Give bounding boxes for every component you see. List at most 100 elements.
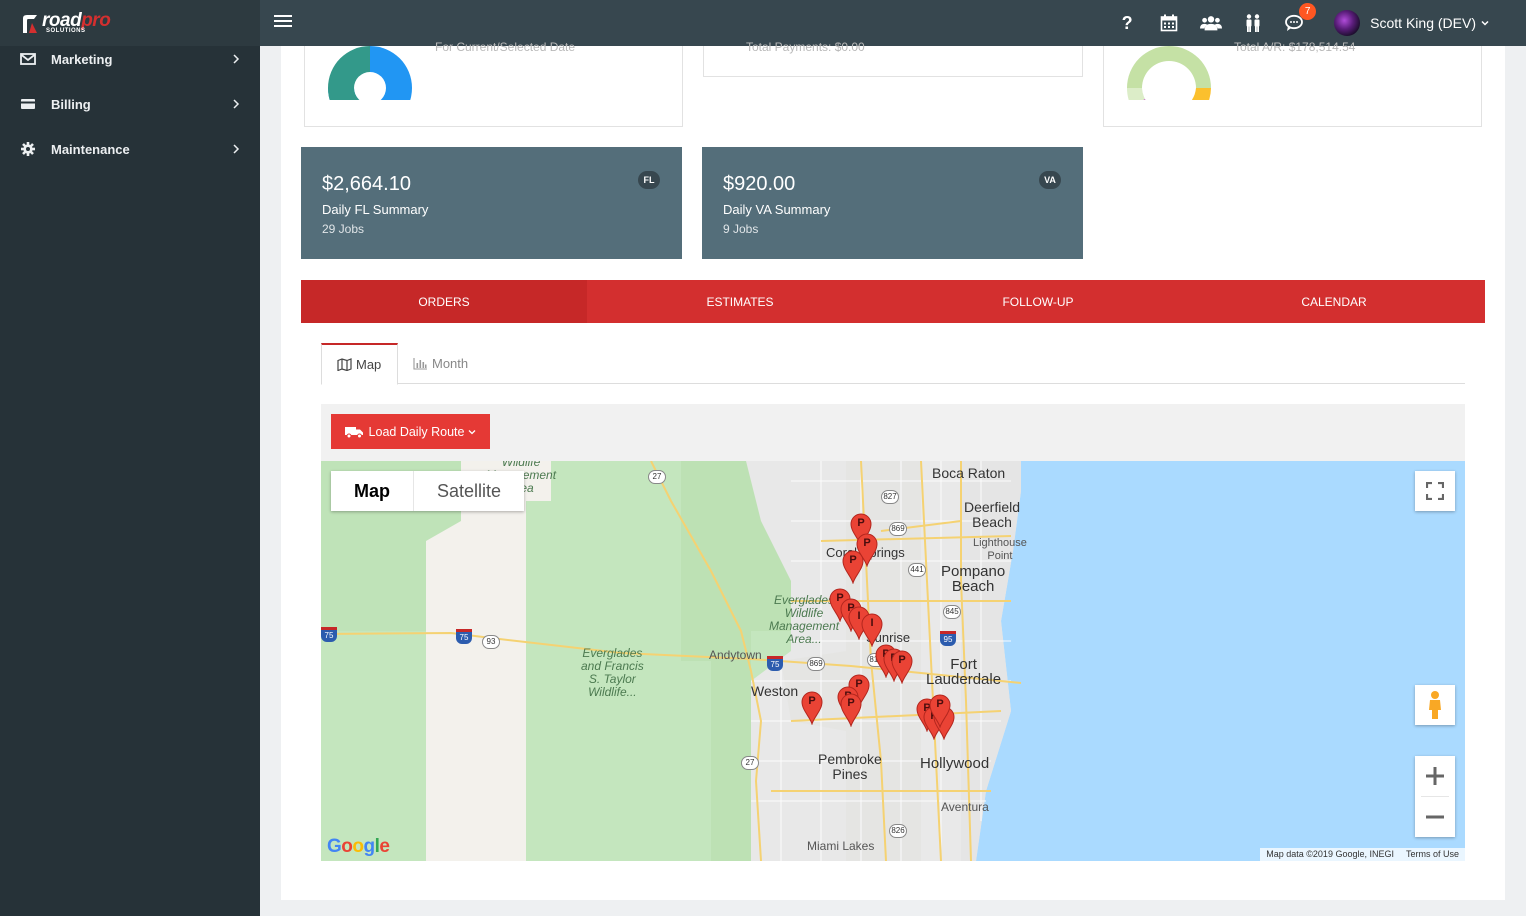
tab-calendar[interactable]: CALENDAR [1183,280,1485,323]
map-city-label: Pembroke Pines [818,751,882,782]
map-city-label: Hollywood [920,755,990,772]
daily-jobs-card: For Current/Selected Date [304,40,683,127]
pin-label: P [808,695,816,707]
ar-donut-chart [1126,46,1211,100]
fullscreen-button[interactable] [1415,471,1455,511]
map-pin-marker[interactable]: P [891,650,913,685]
chevron-down-icon [1481,20,1489,26]
tab-month[interactable]: Month [413,343,468,384]
va-summary-card[interactable]: $920.00 Daily VA Summary 9 Jobs VA [702,147,1083,259]
map-pin-marker[interactable]: P [840,693,862,728]
map-type-map-button[interactable]: Map [331,471,414,511]
map-pin-marker[interactable]: P [929,694,951,729]
pin-label: P [847,697,855,709]
chat-icon[interactable]: 7 [1284,3,1317,34]
load-daily-route-button[interactable]: Load Daily Route [331,414,490,449]
map-attribution: Map data ©2019 Google, INEGI Terms of Us… [1260,848,1465,861]
road-shield: 93 [482,635,500,649]
map-data-credit: Map data ©2019 Google, INEGI [1266,849,1394,859]
map-pin-marker[interactable]: P [842,550,864,585]
jobs-donut-chart [328,46,412,100]
summary-amount: $2,664.10 [322,173,411,195]
user-menu[interactable]: Scott King (DEV) [1334,10,1490,36]
tab-follow-up[interactable]: FOLLOW-UP [893,280,1183,323]
map-type-control: Map Satellite [331,471,525,511]
zoom-control [1415,756,1455,837]
summary-amount: $920.00 [723,173,796,195]
tab-label: Map [356,357,382,372]
map-city-label: Aventura [941,800,989,814]
sidebar-item-label: Marketing [51,51,113,67]
route-toolbar: Load Daily Route [321,404,1465,461]
interstate-shield: 75 [456,629,472,644]
sidebar-item-marketing[interactable]: Marketing [0,41,260,77]
orders-map[interactable]: Wildlife Management Area Everglades Wild… [321,461,1465,861]
tab-map[interactable]: Map [321,343,398,385]
brand-logo[interactable]: roadpro SOLUTIONS [0,0,260,46]
state-badge: FL [638,171,660,189]
pin-label: P [863,537,871,549]
chat-badge: 7 [1299,3,1317,20]
truck-icon [344,426,363,438]
map-city-label: Boca Raton [932,465,1006,481]
chevron-right-icon [233,54,240,64]
plus-icon [1426,767,1444,785]
sidebar-item-label: Maintenance [51,141,130,157]
tab-estimates[interactable]: ESTIMATES [587,280,893,323]
minus-icon [1426,815,1444,819]
zoom-out-button[interactable] [1415,797,1455,837]
users-icon[interactable] [1200,12,1223,34]
zoom-in-button[interactable] [1415,756,1455,796]
roadpro-logo-icon [23,15,37,33]
interstate-shield: 75 [767,656,783,671]
gear-icon [21,142,35,156]
interstate-shield: 75 [321,627,337,642]
card-caption: Total Payments: $0.00 [746,40,865,54]
help-icon[interactable]: ? [1116,12,1138,34]
credit-card-icon [21,99,35,109]
pin-label: P [898,654,906,666]
people-icon[interactable] [1242,12,1264,34]
summary-label: Daily VA Summary [723,202,831,217]
payments-card: Total Payments: $0.00 [703,40,1083,77]
road-shield: 441 [908,563,926,577]
map-type-satellite-button[interactable]: Satellite [414,471,524,511]
state-badge: VA [1039,171,1061,189]
pin-label: I [870,617,874,629]
ar-card: Total A/R: $178,514.54 [1103,40,1482,127]
main-tabs: ORDERS ESTIMATES FOLLOW-UP CALENDAR [301,280,1485,323]
tab-label: Month [432,356,469,371]
map-city-label: Weston [751,683,799,699]
road-shield: 869 [807,657,825,671]
tab-orders[interactable]: ORDERS [301,280,587,323]
card-caption: Total A/R: $178,514.54 [1234,40,1356,54]
summary-jobs: 9 Jobs [723,222,759,236]
menu-toggle-icon[interactable] [274,15,292,29]
chevron-right-icon [233,99,240,109]
road-shield: 27 [741,756,759,770]
map-pin-marker[interactable]: P [801,691,823,726]
sidebar: Marketing Billing Maintenance [0,46,260,916]
road-shield: 826 [889,824,907,838]
pin-label: P [849,554,857,566]
avatar [1334,10,1361,36]
fl-summary-card[interactable]: $2,664.10 Daily FL Summary 29 Jobs FL [301,147,682,259]
map-city-label: Fort Lauderdale [926,656,1002,688]
chevron-right-icon [233,144,240,154]
road-shield: 869 [889,522,907,536]
brand-sub: SOLUTIONS [46,28,86,34]
map-icon [337,358,352,371]
pin-label: P [936,698,944,710]
summary-label: Daily FL Summary [322,202,429,217]
summary-jobs: 29 Jobs [322,222,365,236]
sidebar-item-maintenance[interactable]: Maintenance [0,131,260,167]
bar-chart-icon [413,358,427,370]
calendar-icon[interactable] [1158,12,1180,34]
map-pin-marker[interactable]: I [861,613,883,648]
pegman-icon [1429,691,1441,719]
road-shield: 27 [648,470,666,484]
street-view-button[interactable] [1415,685,1455,725]
sidebar-item-billing[interactable]: Billing [0,86,260,122]
terms-of-use-link[interactable]: Terms of Use [1400,848,1465,861]
user-name: Scott King (DEV) [1370,15,1476,31]
